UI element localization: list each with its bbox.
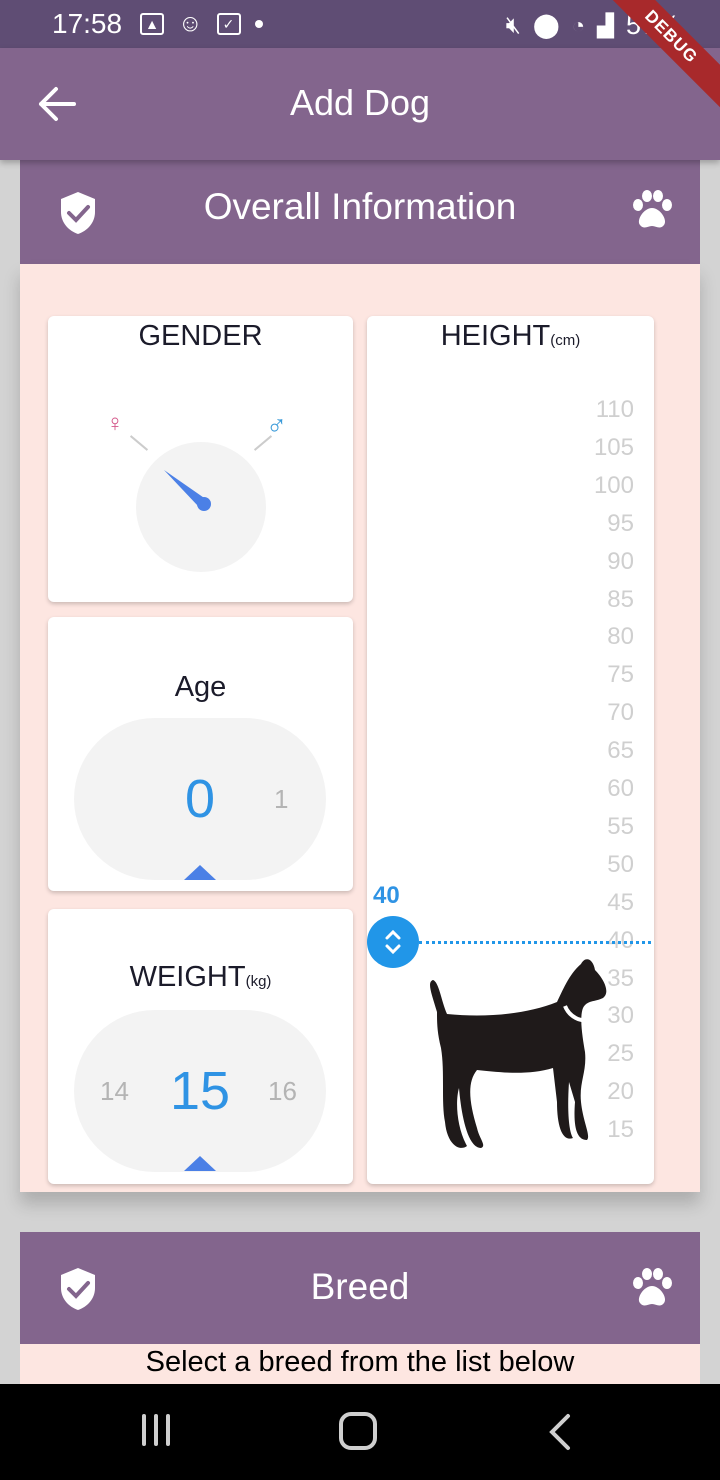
height-card: HEIGHT(cm) 110 105 100 95 90 85 80 75 70 65 60 55 50… — [367, 316, 654, 1184]
age-card: Age 0 1 — [48, 617, 353, 891]
paw-icon — [633, 190, 672, 228]
breed-instruction: Select a breed from the list below — [145, 1346, 575, 1378]
overall-section-title: Overall Information — [203, 186, 517, 227]
age-selector-arrow-icon — [184, 865, 216, 880]
gender-title: GENDER — [138, 320, 263, 352]
breed-section-body: Select a breed from the list below — [20, 1344, 700, 1384]
weight-unit: (kg) — [245, 973, 272, 990]
height-scale-tick: 95 — [607, 509, 634, 537]
weight-picker[interactable]: 14 15 16 — [74, 1010, 326, 1172]
up-down-chevron-icon — [385, 929, 401, 955]
gender-card: GENDER ♀ ♂ — [48, 316, 353, 602]
mute-icon: 🔇︎ — [505, 11, 521, 39]
check-task-icon: ✓ — [216, 13, 241, 35]
location-icon: ⬤ — [532, 12, 560, 39]
snapchat-icon: ☺ — [178, 10, 203, 37]
page-title: Add Dog — [289, 82, 431, 123]
recents-button[interactable] — [142, 1414, 176, 1448]
signal-icon: ▟ — [597, 12, 614, 38]
height-scale-tick: 100 — [593, 471, 634, 499]
system-nav-bar — [0, 1384, 720, 1480]
height-scale-tick: 105 — [593, 433, 634, 461]
female-symbol-icon[interactable]: ♀ — [106, 410, 124, 438]
height-scale-tick: 110 — [595, 396, 634, 423]
height-title: HEIGHT(cm) — [440, 320, 581, 352]
age-title: Age — [174, 671, 227, 703]
height-value: 40 — [373, 882, 400, 909]
weight-next-value[interactable]: 16 — [268, 1076, 297, 1107]
height-scale-tick: 75 — [607, 661, 634, 689]
height-indicator-line — [419, 941, 651, 944]
height-scale-tick: 45 — [607, 888, 634, 916]
dog-silhouette-icon — [430, 959, 607, 1148]
height-drag-handle[interactable] — [367, 916, 419, 968]
overall-section-header[interactable]: Overall Information — [20, 160, 700, 264]
weight-card: WEIGHT(kg) 14 15 16 — [48, 909, 353, 1184]
breed-section-header[interactable]: Breed — [20, 1232, 700, 1344]
system-back-button[interactable] — [546, 1412, 574, 1452]
status-bar: 17:58 ▲ ☺ ✓ 🔇︎ ⬤ ◔ ▟ 57% — [0, 0, 720, 48]
more-notifications-icon — [254, 20, 263, 28]
height-scale-tick: 50 — [607, 850, 634, 878]
height-unit: (cm) — [550, 332, 581, 349]
home-button[interactable] — [339, 1412, 377, 1450]
status-time: 17:58 — [52, 8, 123, 39]
height-scale-tick: 85 — [607, 585, 634, 613]
gender-dial-needle-icon — [164, 470, 211, 511]
height-scale-tick: 70 — [607, 699, 634, 727]
age-picker[interactable]: 0 1 — [74, 718, 326, 880]
height-scale-tick: 60 — [607, 775, 634, 802]
gender-dial[interactable] — [136, 442, 266, 572]
paw-icon — [633, 1268, 672, 1306]
app-bar: Add Dog — [0, 48, 720, 160]
weight-title: WEIGHT(kg) — [129, 961, 272, 993]
height-scale-tick: 80 — [607, 623, 634, 651]
gallery-icon: ▲ — [140, 13, 164, 35]
height-scale-tick: 65 — [607, 737, 634, 765]
wifi-icon: ◔ — [571, 12, 586, 38]
height-scale-tick: 55 — [607, 812, 634, 840]
weight-selector-arrow-icon — [184, 1156, 216, 1171]
age-next-value[interactable]: 1 — [274, 784, 288, 815]
height-scale-tick: 90 — [607, 547, 634, 575]
breed-section-title: Breed — [310, 1266, 410, 1307]
